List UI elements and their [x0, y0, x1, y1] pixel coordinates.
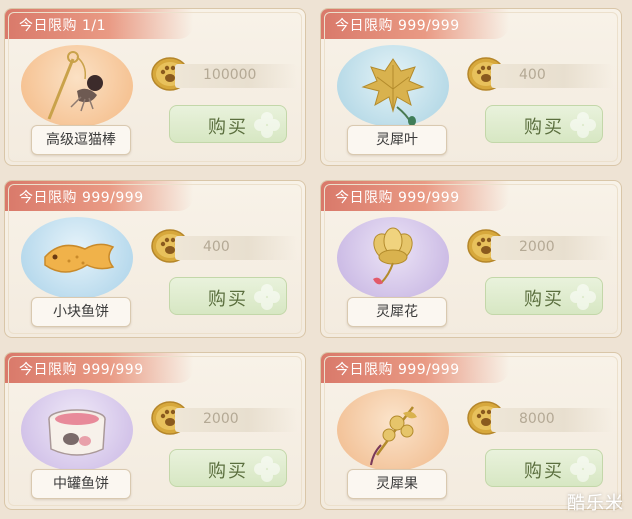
- daily-limit-text: 今日限购 1/1: [19, 18, 106, 34]
- item-name: 中罐鱼饼: [31, 469, 131, 499]
- shop-card: 今日限购 999/999 小块鱼饼 400 购买: [4, 180, 306, 338]
- price-bar: 400: [491, 64, 613, 88]
- item-name: 灵犀果: [347, 469, 447, 499]
- flower-decoration-icon: [570, 456, 596, 482]
- flower-decoration-icon: [254, 456, 280, 482]
- item-image: [21, 217, 133, 299]
- golden-leaf-icon: [361, 58, 425, 126]
- daily-limit-ribbon: 今日限购 999/999: [5, 353, 193, 383]
- item-name: 灵犀叶: [347, 125, 447, 155]
- buy-button[interactable]: 购买: [485, 105, 603, 143]
- daily-limit-text: 今日限购 999/999: [19, 190, 144, 206]
- item-image: [337, 389, 449, 471]
- item-name: 小块鱼饼: [31, 297, 131, 327]
- fish-can-icon: [48, 409, 106, 456]
- flower-decoration-icon: [570, 112, 596, 138]
- price-value: 2000: [519, 239, 555, 255]
- flower-decoration-icon: [254, 284, 280, 310]
- daily-limit-text: 今日限购 999/999: [335, 362, 460, 378]
- daily-limit-ribbon: 今日限购 999/999: [321, 181, 509, 211]
- item-name: 灵犀花: [347, 297, 447, 327]
- daily-limit-ribbon: 今日限购 999/999: [5, 181, 193, 211]
- flower-decoration-icon: [570, 284, 596, 310]
- buy-button[interactable]: 购买: [169, 105, 287, 143]
- watermark: 酷乐米: [567, 493, 624, 514]
- daily-limit-ribbon: 今日限购 1/1: [5, 9, 193, 39]
- price-value: 2000: [203, 411, 239, 427]
- buy-button[interactable]: 购买: [169, 277, 287, 315]
- daily-limit-ribbon: 今日限购 999/999: [321, 353, 509, 383]
- shop-card: 今日限购 1/1 高级逗猫棒 100000 购买: [4, 8, 306, 166]
- price-value: 400: [519, 67, 546, 83]
- buy-button[interactable]: 购买: [485, 449, 603, 487]
- price-bar: 2000: [175, 408, 297, 432]
- shop-card: 今日限购 999/999 中罐鱼饼 2000 购买: [4, 352, 306, 510]
- item-image: [337, 217, 449, 299]
- buy-button[interactable]: 购买: [485, 277, 603, 315]
- price-value: 8000: [519, 411, 555, 427]
- daily-limit-text: 今日限购 999/999: [19, 362, 144, 378]
- item-image: [21, 389, 133, 471]
- daily-limit-text: 今日限购 999/999: [335, 190, 460, 206]
- daily-limit-ribbon: 今日限购 999/999: [321, 9, 509, 39]
- golden-flower-icon: [373, 227, 413, 285]
- price-value: 100000: [203, 67, 257, 83]
- item-image: [21, 45, 133, 127]
- golden-fruit-branch-icon: [370, 406, 417, 466]
- shop-card: 今日限购 999/999 灵犀叶 400 购买: [320, 8, 622, 166]
- price-bar: 2000: [491, 236, 613, 260]
- buy-button[interactable]: 购买: [169, 449, 287, 487]
- item-image: [337, 45, 449, 127]
- shop-card: 今日限购 999/999 灵犀花 2000 购买: [320, 180, 622, 338]
- shop-card: 今日限购 999/999 灵犀果 8000 购买: [320, 352, 622, 510]
- fish-cake-icon: [44, 243, 115, 273]
- price-value: 400: [203, 239, 230, 255]
- price-bar: 400: [175, 236, 297, 260]
- cat-teaser-wand-icon: [47, 51, 103, 120]
- item-name: 高级逗猫棒: [31, 125, 131, 155]
- flower-decoration-icon: [254, 112, 280, 138]
- price-bar: 8000: [491, 408, 613, 432]
- price-bar: 100000: [175, 64, 297, 88]
- daily-limit-text: 今日限购 999/999: [335, 18, 460, 34]
- shop-grid: 今日限购 1/1 高级逗猫棒 100000 购买 今日限购 999/999 灵犀…: [0, 0, 632, 519]
